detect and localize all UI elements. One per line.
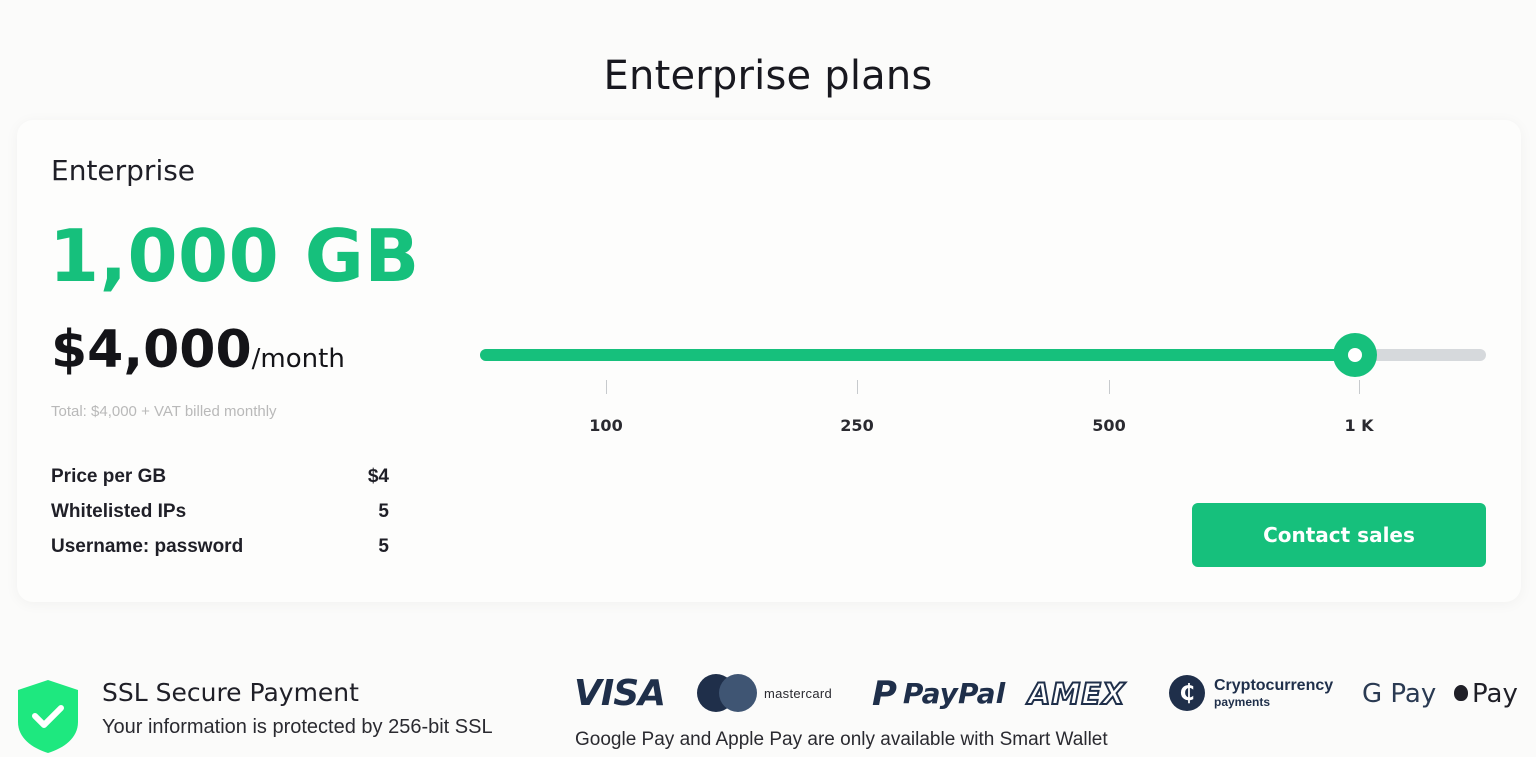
spec-label: Username: password xyxy=(51,536,244,557)
spec-row-whitelisted-ips: Whitelisted IPs 5 xyxy=(51,501,389,536)
crypto-line2: payments xyxy=(1214,694,1271,709)
payment-methods: VISA mastercard P PayPal AMEX ₵ Cryptocu… xyxy=(574,671,1524,716)
spec-label: Whitelisted IPs xyxy=(51,501,187,522)
volume-slider[interactable] xyxy=(480,333,1488,377)
plan-name: Enterprise xyxy=(51,154,196,187)
price-amount: $4,000 xyxy=(51,320,252,380)
tick-mark xyxy=(605,380,607,394)
spec-value: $4 xyxy=(367,466,389,487)
spec-label: Price per GB xyxy=(51,466,167,487)
plan-specs: Price per GB $4 Whitelisted IPs 5 Userna… xyxy=(51,466,389,571)
tick-mark xyxy=(856,380,858,394)
spec-value: 5 xyxy=(378,501,389,522)
apple-pay-text: Pay xyxy=(1472,678,1518,709)
apple-pay-logo: Pay xyxy=(1454,671,1518,716)
mastercard-logo: mastercard xyxy=(764,686,833,701)
spec-row-username-password: Username: password 5 xyxy=(51,536,389,571)
tick-mark xyxy=(1108,380,1110,394)
plan-price: $4,000/month xyxy=(51,320,345,380)
tick-label: 250 xyxy=(840,416,874,435)
tick-label: 1 K xyxy=(1344,416,1374,435)
page-title: Enterprise plans xyxy=(603,52,933,99)
paypal-wordmark: PayPal xyxy=(902,677,1006,710)
spec-row-price-per-gb: Price per GB $4 xyxy=(51,466,389,501)
tick-mark xyxy=(1358,380,1360,394)
mastercard-icon xyxy=(697,674,757,712)
slider-tick-100[interactable]: 100 xyxy=(576,380,636,435)
visa-logo: VISA xyxy=(574,673,666,714)
shield-check-icon xyxy=(18,680,78,753)
plan-volume: 1,000 GB xyxy=(49,214,420,298)
plan-card: Enterprise 1,000 GB $4,000/month Total: … xyxy=(17,120,1521,602)
crypto-logo: Cryptocurrency payments xyxy=(1214,671,1333,716)
price-unit: /month xyxy=(251,344,345,374)
apple-icon xyxy=(1454,684,1468,701)
slider-fill xyxy=(480,349,1355,361)
tick-label: 500 xyxy=(1092,416,1126,435)
wallet-note: Google Pay and Apple Pay are only availa… xyxy=(575,729,1108,750)
crypto-coin-icon: ₵ xyxy=(1169,675,1205,711)
tick-label: 100 xyxy=(589,416,623,435)
amex-logo: AMEX xyxy=(1027,676,1126,712)
slider-tick-250[interactable]: 250 xyxy=(827,380,887,435)
slider-tick-500[interactable]: 500 xyxy=(1079,380,1139,435)
ssl-subtitle: Your information is protected by 256-bit… xyxy=(102,716,493,738)
paypal-icon: P xyxy=(872,673,897,714)
slider-thumb[interactable] xyxy=(1333,333,1377,377)
ssl-title: SSL Secure Payment xyxy=(102,678,359,707)
slider-tick-1k[interactable]: 1 K xyxy=(1329,380,1389,435)
price-total-note: Total: $4,000 + VAT billed monthly xyxy=(51,403,277,420)
contact-sales-button[interactable]: Contact sales xyxy=(1192,503,1486,567)
crypto-line1: Cryptocurrency xyxy=(1214,676,1334,694)
google-pay-logo: G Pay xyxy=(1362,678,1437,709)
spec-value: 5 xyxy=(378,536,389,557)
paypal-logo: P PayPal xyxy=(872,671,1005,716)
